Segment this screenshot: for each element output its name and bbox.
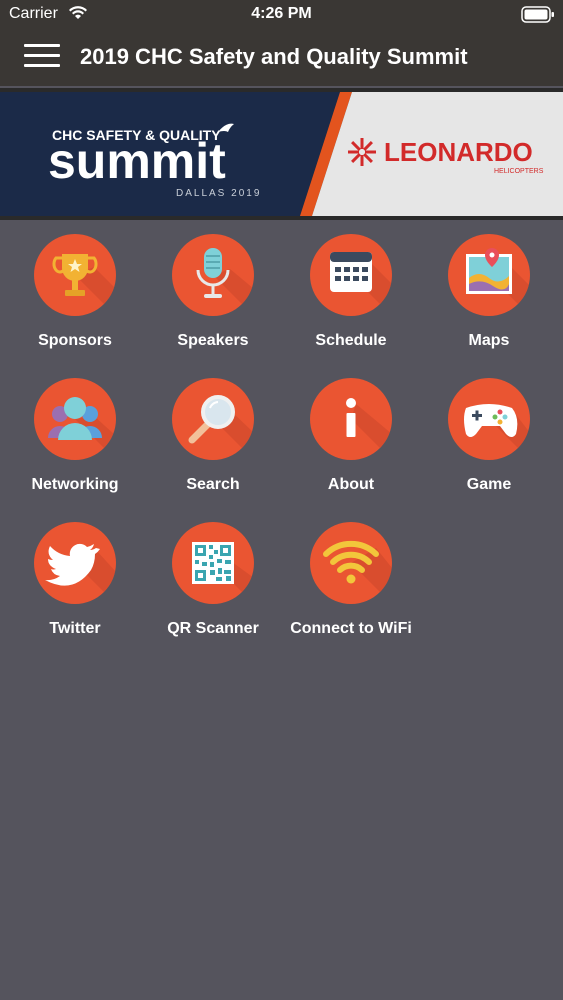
- tile-label: Sponsors: [38, 332, 112, 349]
- navigation-bar: 2019 CHC Safety and Quality Summit: [0, 30, 563, 86]
- tile-label: Game: [466, 476, 512, 493]
- trophy-icon: [34, 234, 116, 316]
- banner-image: CHC SAFETY & QUALITY summit DALLAS 2019 …: [0, 92, 563, 216]
- tile-game[interactable]: Game: [420, 378, 558, 508]
- people-icon: [34, 378, 116, 460]
- calendar-icon: [310, 234, 392, 316]
- banner-line2: summit: [48, 133, 226, 189]
- wifi-icon: [310, 522, 392, 604]
- tile-speakers[interactable]: Speakers: [144, 234, 282, 364]
- banner-line3: DALLAS 2019: [176, 188, 261, 199]
- twitter-bird-icon: [34, 522, 116, 604]
- microphone-icon: [172, 234, 254, 316]
- tile-qr-scanner[interactable]: QR Scanner: [144, 522, 282, 652]
- tile-label: About: [327, 476, 375, 493]
- tile-label: Maps: [468, 332, 510, 349]
- tile-twitter[interactable]: Twitter: [6, 522, 144, 652]
- gamepad-icon: [448, 378, 530, 460]
- tile-label: Speakers: [177, 332, 249, 349]
- tile-label: Search: [186, 476, 240, 493]
- tile-schedule[interactable]: Schedule: [282, 234, 420, 364]
- info-icon: [310, 378, 392, 460]
- tile-networking[interactable]: Networking: [6, 378, 144, 508]
- page-title: 2019 CHC Safety and Quality Summit: [80, 44, 468, 69]
- battery-icon: [521, 6, 554, 23]
- magnifier-icon: [172, 378, 254, 460]
- tile-connect-to-wifi[interactable]: Connect to WiFi: [282, 522, 420, 652]
- tile-search[interactable]: Search: [144, 378, 282, 508]
- status-bar: Carrier 4:26 PM: [0, 0, 563, 30]
- sponsor-name: LEONARDO: [384, 137, 533, 167]
- tile-maps[interactable]: Maps: [420, 234, 558, 364]
- sponsor-subtitle: HELICOPTERS: [494, 168, 544, 175]
- hamburger-menu-icon[interactable]: [24, 44, 60, 72]
- qr-code-icon: [172, 522, 254, 604]
- map-icon: [448, 234, 530, 316]
- tile-label: Twitter: [49, 620, 101, 637]
- tile-sponsors[interactable]: Sponsors: [6, 234, 144, 364]
- tile-label: Networking: [31, 476, 119, 493]
- tile-label: Schedule: [315, 332, 387, 349]
- tile-label: QR Scanner: [167, 620, 259, 637]
- clock: 4:26 PM: [251, 5, 312, 22]
- tile-label: Connect to WiFi: [290, 620, 412, 637]
- tile-about[interactable]: About: [282, 378, 420, 508]
- event-banner[interactable]: CHC SAFETY & QUALITY summit DALLAS 2019 …: [0, 88, 563, 220]
